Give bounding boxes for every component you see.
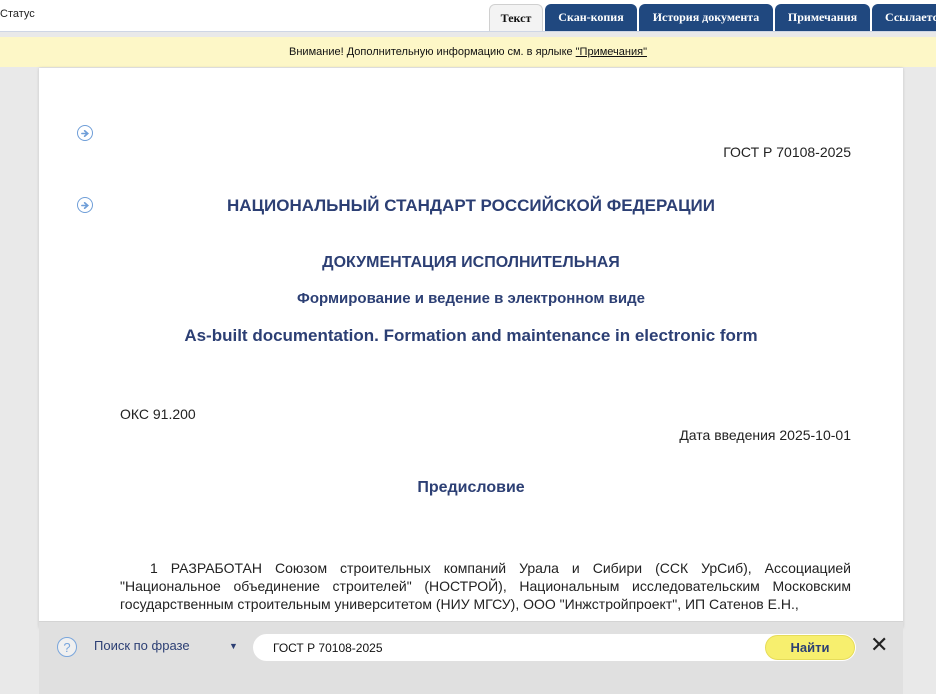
tab-document-history[interactable]: История документа (639, 4, 773, 31)
tab-scan-copy[interactable]: Скан-копия (545, 4, 637, 31)
find-button[interactable]: Найти (765, 635, 855, 660)
document-page: ГОСТ Р 70108-2025 НАЦИОНАЛЬНЫЙ СТАНДАРТ … (39, 68, 903, 628)
search-input[interactable] (273, 634, 753, 661)
chevron-down-icon[interactable]: ▼ (229, 641, 238, 651)
search-bar: ? Поиск по фразе ▼ Найти ✕ (39, 621, 903, 694)
english-title: As-built documentation. Formation and ma… (184, 326, 758, 345)
close-icon[interactable]: ✕ (870, 634, 888, 656)
notice-notes-link[interactable]: "Примечания" (576, 46, 647, 58)
document-title: ДОКУМЕНТАЦИЯ ИСПОЛНИТЕЛЬНАЯ (322, 254, 620, 271)
body-paragraph: 1 РАЗРАБОТАН Союзом строительных компани… (120, 560, 851, 612)
status-label: Статус (0, 8, 35, 20)
tab-text[interactable]: Текст (489, 4, 543, 31)
help-icon[interactable]: ? (57, 637, 77, 657)
arrow-right-icon[interactable] (77, 125, 93, 141)
standard-heading: НАЦИОНАЛЬНЫЙ СТАНДАРТ РОССИЙСКОЙ ФЕДЕРАЦ… (227, 196, 715, 215)
search-field: Найти (253, 634, 856, 661)
document-code: ГОСТ Р 70108-2025 (723, 144, 851, 160)
search-mode-select[interactable]: Поиск по фразе (94, 638, 190, 653)
tab-notes[interactable]: Примечания (775, 4, 870, 31)
okc-code: ОКС 91.200 (120, 406, 196, 422)
notice-text: Внимание! Дополнительную информацию см. … (289, 46, 573, 58)
top-bar: Статус Текст Скан-копия История документ… (0, 0, 936, 32)
notice-banner: Внимание! Дополнительную информацию см. … (0, 37, 936, 67)
section-title: Предисловие (417, 479, 525, 496)
tab-references[interactable]: Ссылается (872, 4, 936, 31)
document-subtitle: Формирование и ведение в электронном вид… (297, 290, 645, 307)
effective-date: Дата введения 2025-10-01 (679, 427, 851, 443)
